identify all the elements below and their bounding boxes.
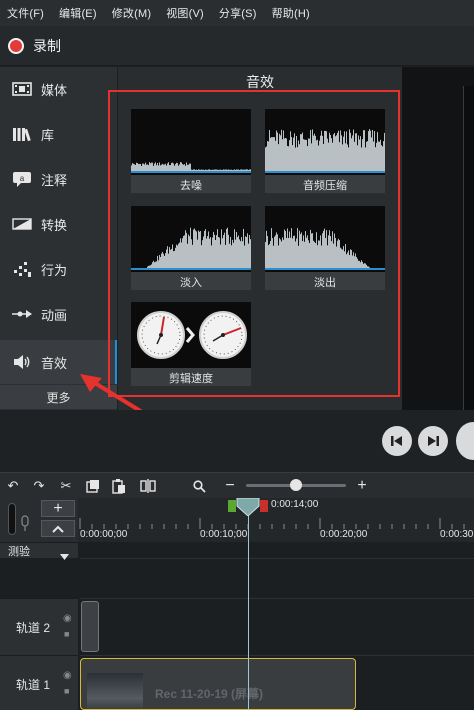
tick-label: 0:00:10;00 <box>200 529 248 540</box>
eye-icon[interactable]: ◉ <box>63 670 72 681</box>
chevron-down-icon[interactable] <box>60 547 69 565</box>
split-icon[interactable] <box>139 477 157 495</box>
eye-icon[interactable]: ◉ <box>63 613 72 624</box>
copy-icon[interactable] <box>84 477 102 495</box>
chevron-up-icon <box>52 525 64 533</box>
lock-icon[interactable]: ■ <box>64 686 69 696</box>
tracks-area: 测验 轨道 2 ◉ ■ 轨道 1 ◉ ■ Rec 11-20-19 (屏幕) <box>0 542 474 710</box>
record-button[interactable]: 录制 <box>33 36 61 56</box>
sidebar-item-label: 行为 <box>41 262 68 278</box>
timeline-toolbar: ↶ ↷ ✂ − + <box>0 472 474 498</box>
menu-help[interactable]: 帮助(H) <box>272 5 310 21</box>
behavior-icon <box>11 260 33 278</box>
zoom-slider-thumb[interactable] <box>290 479 302 491</box>
record-bar: 录制 <box>0 26 474 66</box>
menu-view[interactable]: 视图(V) <box>166 5 204 21</box>
out-point-marker[interactable] <box>260 500 268 512</box>
step-forward-button[interactable] <box>456 422 474 460</box>
sidebar-item-label: 转换 <box>41 217 68 233</box>
annotation-icon: a <box>11 170 33 188</box>
tick-label: 0:00:20;00 <box>320 529 368 540</box>
audio-clip[interactable] <box>81 601 99 652</box>
track-height-slider[interactable] <box>8 503 16 535</box>
zoom-in-icon[interactable]: + <box>353 477 371 495</box>
menu-modify[interactable]: 修改(M) <box>112 5 152 21</box>
ruler-ticks <box>79 518 465 529</box>
player-controls <box>0 410 474 472</box>
undo-icon[interactable]: ↶ <box>4 477 22 495</box>
panel-title: 音效 <box>246 74 274 90</box>
quiz-track-header[interactable]: 测验 <box>0 542 78 560</box>
sidebar-item-label: 动画 <box>41 307 68 323</box>
sidebar-item-media[interactable]: 媒体 <box>0 67 117 111</box>
step-back-button[interactable] <box>382 426 412 456</box>
sidebar-item-label: 注释 <box>41 172 68 188</box>
menu-share[interactable]: 分享(S) <box>219 5 257 21</box>
record-icon[interactable] <box>8 37 24 54</box>
redo-icon[interactable]: ↷ <box>30 477 48 495</box>
play-button[interactable] <box>418 426 448 456</box>
sidebar-item-label: 音效 <box>41 355 68 371</box>
playhead-line <box>248 510 249 710</box>
sidebar-item-animations[interactable]: 动画 <box>0 292 117 336</box>
menu-edit[interactable]: 编辑(E) <box>59 5 97 21</box>
play-icon <box>428 436 439 446</box>
sidebar-item-annotations[interactable]: a 注释 <box>0 157 117 201</box>
svg-text:a: a <box>20 174 25 183</box>
paste-icon[interactable] <box>110 477 128 495</box>
microphone-icon <box>20 504 30 532</box>
sidebar-item-transitions[interactable]: 转换 <box>0 202 117 246</box>
highlight-box <box>108 90 400 397</box>
track-name: 轨道 1 <box>16 678 51 692</box>
sidebar-item-behaviors[interactable]: 行为 <box>0 247 117 291</box>
library-icon <box>11 125 33 143</box>
transition-icon <box>11 215 33 233</box>
zoom-icon[interactable] <box>190 477 208 495</box>
cut-icon[interactable]: ✂ <box>57 477 75 495</box>
menu-file[interactable]: 文件(F) <box>7 5 44 21</box>
track-2-header[interactable]: 轨道 2 ◉ ■ <box>0 598 78 655</box>
track-name: 轨道 2 <box>16 621 51 635</box>
collapse-button[interactable] <box>41 520 75 537</box>
clip-thumbnail <box>87 673 143 709</box>
track-2-lane[interactable] <box>80 598 474 655</box>
animation-icon <box>11 305 33 323</box>
add-track-button[interactable]: + <box>41 500 75 517</box>
lock-icon[interactable]: ■ <box>64 629 69 639</box>
screen-recording-clip[interactable]: Rec 11-20-19 (屏幕) <box>80 658 356 710</box>
zoom-out-icon[interactable]: − <box>221 477 239 495</box>
track-name: 测验 <box>8 546 30 558</box>
film-icon <box>11 80 33 98</box>
quiz-track-lane[interactable] <box>80 558 474 598</box>
timeline-ruler[interactable]: 0:00:00;00 0:00:10;00 0:00:20;00 0:00:30… <box>78 498 474 542</box>
menu-bar: 文件(F) 编辑(E) 修改(M) 视图(V) 分享(S) 帮助(H) <box>0 0 474 26</box>
tick-label: 0:00:30 <box>440 529 474 540</box>
tools-sidebar: 媒体 库 a 注释 转换 行为 动画 音效 <box>0 67 117 410</box>
track-1-header[interactable]: 轨道 1 ◉ ■ <box>0 655 78 710</box>
sidebar-item-label: 媒体 <box>41 82 68 98</box>
tick-label: 0:00:00;00 <box>80 529 128 540</box>
speaker-icon <box>11 353 33 371</box>
track-controls-header: + <box>0 498 78 542</box>
playhead-handle[interactable] <box>236 498 260 516</box>
in-point-marker[interactable] <box>228 500 236 512</box>
clip-label: Rec 11-20-19 (屏幕) <box>155 687 264 701</box>
sidebar-item-library[interactable]: 库 <box>0 112 117 156</box>
canvas-frame <box>463 86 474 410</box>
step-back-icon <box>391 436 402 446</box>
sidebar-item-label: 库 <box>41 127 55 143</box>
track-1-lane[interactable]: Rec 11-20-19 (屏幕) <box>80 655 474 710</box>
playhead-time: 0:00:14;00 <box>271 499 319 510</box>
